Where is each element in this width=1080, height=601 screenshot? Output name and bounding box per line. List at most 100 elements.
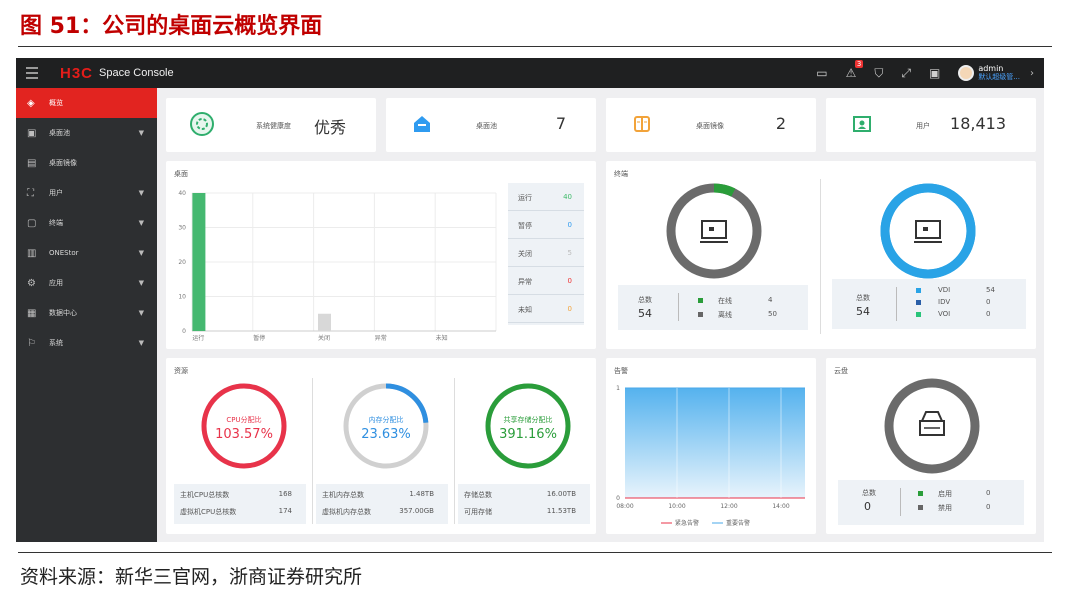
total-label: 总数 xyxy=(638,296,652,304)
sidebar-item[interactable]: ▦ 数据中心 ▼ xyxy=(16,298,157,328)
alert-icon[interactable]: ⚠ 3 xyxy=(846,60,864,80)
desktop-bar-chart: 0 10 20 30 40 运行 暂停 关闭 异常 未知 xyxy=(178,190,497,342)
sidebar-item[interactable]: ▣ 桌面池 ▼ xyxy=(16,118,157,148)
user-menu[interactable]: admin 默认超级管... › xyxy=(958,64,1034,82)
disk-icon xyxy=(919,411,945,436)
terminal-type-donut xyxy=(880,183,976,279)
shield-icon[interactable]: ⛉ xyxy=(874,66,883,81)
x-tick-label: 12:00 xyxy=(720,503,737,510)
x-tick-label: 暂停 xyxy=(253,334,265,342)
user-name: admin xyxy=(978,64,1004,73)
legend-row[interactable]: 异常 0 xyxy=(508,267,584,295)
sidebar-item-label: 系统 xyxy=(49,339,63,347)
resource-row-label: 主机内存总数 xyxy=(322,491,364,499)
resource-row-value: 11.53TB xyxy=(546,507,576,515)
fullscreen-icon[interactable]: ⤢ xyxy=(901,66,911,81)
resource-row-value: 174 xyxy=(278,507,292,515)
divider xyxy=(896,287,897,321)
bar[interactable] xyxy=(192,193,206,331)
resource-row-label: 存储总数 xyxy=(464,491,492,499)
cloud-disk-card: 云盘 总数 0 启用 0 禁用 0 xyxy=(826,358,1036,534)
total-value: 54 xyxy=(856,305,870,318)
legend-label: IDV xyxy=(938,298,951,306)
chevron-down-icon[interactable]: ▼ xyxy=(139,309,144,317)
x-tick-label: 运行 xyxy=(192,334,204,342)
figure-title: 图 51：公司的桌面云概览界面 xyxy=(20,14,323,39)
resource-row-label: 可用存储 xyxy=(464,508,492,516)
top-bar: H3C Space Console ▭ ⚠ 3 ⛉ ⤢ ▣ admin 默认超级管… xyxy=(16,58,1044,88)
sidebar-item[interactable]: ▤ 桌面镜像 xyxy=(16,148,157,178)
chevron-down-icon[interactable]: ▼ xyxy=(139,249,144,257)
legend-row[interactable]: 未知 0 xyxy=(508,295,584,323)
menu-icon[interactable] xyxy=(26,67,42,79)
sidebar-item-label: 桌面镜像 xyxy=(49,159,77,167)
y-tick-label: 0 xyxy=(616,495,620,502)
alarm-area-chart: 1 0 08:00 10:00 12:00 14:00 紧急告警 重要告警 xyxy=(616,385,805,527)
alert-badge: 3 xyxy=(854,60,864,68)
stat-value: 优秀 xyxy=(313,118,346,137)
sidebar-item[interactable]: ▥ ONEStor ▼ xyxy=(16,238,157,268)
sidebar-item[interactable]: ⚐ 系统 ▼ xyxy=(16,328,157,358)
legend-value: 4 xyxy=(768,296,773,304)
chevron-down-icon[interactable]: ▼ xyxy=(139,129,144,137)
legend-label: VDI xyxy=(938,286,951,294)
resource-gauge xyxy=(343,383,429,469)
chevron-down-icon[interactable]: ▼ xyxy=(139,189,144,197)
gauge-label: 共享存储分配比 xyxy=(503,416,553,424)
figure-source: 资料来源：新华三官网，浙商证券研究所 xyxy=(20,566,363,588)
cloud-disk-donut xyxy=(884,378,980,474)
stat-card-desktop-pool[interactable]: 桌面池 7 xyxy=(386,98,596,152)
user-icon: ⛶ xyxy=(27,187,34,199)
legend-value: 5 xyxy=(567,249,572,257)
user-card-icon xyxy=(848,110,876,138)
legend-label: 离线 xyxy=(718,311,732,319)
total-label: 总数 xyxy=(862,489,876,497)
stat-card-desktop-image[interactable]: 桌面镜像 2 xyxy=(606,98,816,152)
sidebar-item[interactable]: ▢ 终端 ▼ xyxy=(16,208,157,238)
logo: H3C Space Console xyxy=(60,65,174,82)
x-tick-label: 14:00 xyxy=(772,503,789,510)
total-value: 0 xyxy=(864,500,871,513)
divider xyxy=(678,293,679,321)
sidebar-item[interactable]: ⛶ 用户 ▼ xyxy=(16,178,157,208)
divider xyxy=(454,378,455,524)
user-role: 默认超级管... xyxy=(978,73,1020,81)
legend-row[interactable]: 关闭 5 xyxy=(508,239,584,267)
desktop-pool-icon: ▣ xyxy=(27,127,37,139)
chevron-down-icon[interactable]: ▼ xyxy=(139,339,144,347)
avatar xyxy=(958,65,975,81)
window-icon[interactable]: ▭ xyxy=(816,66,827,80)
legend-label: VOI xyxy=(938,310,951,318)
legend-value: 50 xyxy=(768,310,777,318)
image-icon: ▤ xyxy=(27,157,37,169)
legend-swatch xyxy=(698,298,703,303)
desktop-card: 桌面 0 10 20 30 40 运行 暂停 关闭 异常 未知 运行 40 暂停 0 关闭 5 异常 0 未知 0 xyxy=(166,161,596,349)
app-icon: ⚙ xyxy=(27,277,36,289)
stat-card-users[interactable]: 用户 18,413 xyxy=(826,98,1036,152)
resource-row-value: 357.00GB xyxy=(399,507,434,515)
bar[interactable] xyxy=(318,313,331,331)
divider xyxy=(312,378,313,524)
y-tick-label: 1 xyxy=(616,385,620,392)
stat-card-health[interactable]: 系统健康度 优秀 xyxy=(166,98,376,152)
x-tick-label: 未知 xyxy=(436,334,448,342)
legend-value: 0 xyxy=(567,277,572,285)
legend-row[interactable]: 运行 40 xyxy=(508,183,584,211)
chevron-down-icon[interactable]: ▼ xyxy=(139,279,144,287)
total-label: 总数 xyxy=(856,294,870,302)
chevron-right-icon[interactable]: › xyxy=(1030,68,1034,79)
clipboard-icon[interactable]: ▣ xyxy=(929,66,940,80)
resource-summary: 存储总数 16.00TB 可用存储 11.53TB xyxy=(458,484,590,524)
x-tick-label: 关闭 xyxy=(318,334,330,342)
sidebar-item[interactable]: ⚙ 应用 ▼ xyxy=(16,268,157,298)
legend-label: 在线 xyxy=(718,297,732,305)
gauge-value: 23.63% xyxy=(361,427,411,442)
chevron-down-icon[interactable]: ▼ xyxy=(139,219,144,227)
monitor-icon xyxy=(914,220,942,243)
sidebar-item[interactable]: ◈ 概览 xyxy=(16,88,157,118)
y-tick-label: 0 xyxy=(182,328,186,335)
terminal-status-summary: 总数 54 在线 4 离线 50 xyxy=(618,285,808,330)
card-title: 云盘 xyxy=(834,367,848,375)
legend-row[interactable]: 暂停 0 xyxy=(508,211,584,239)
terminal-icon: ▢ xyxy=(27,217,37,229)
